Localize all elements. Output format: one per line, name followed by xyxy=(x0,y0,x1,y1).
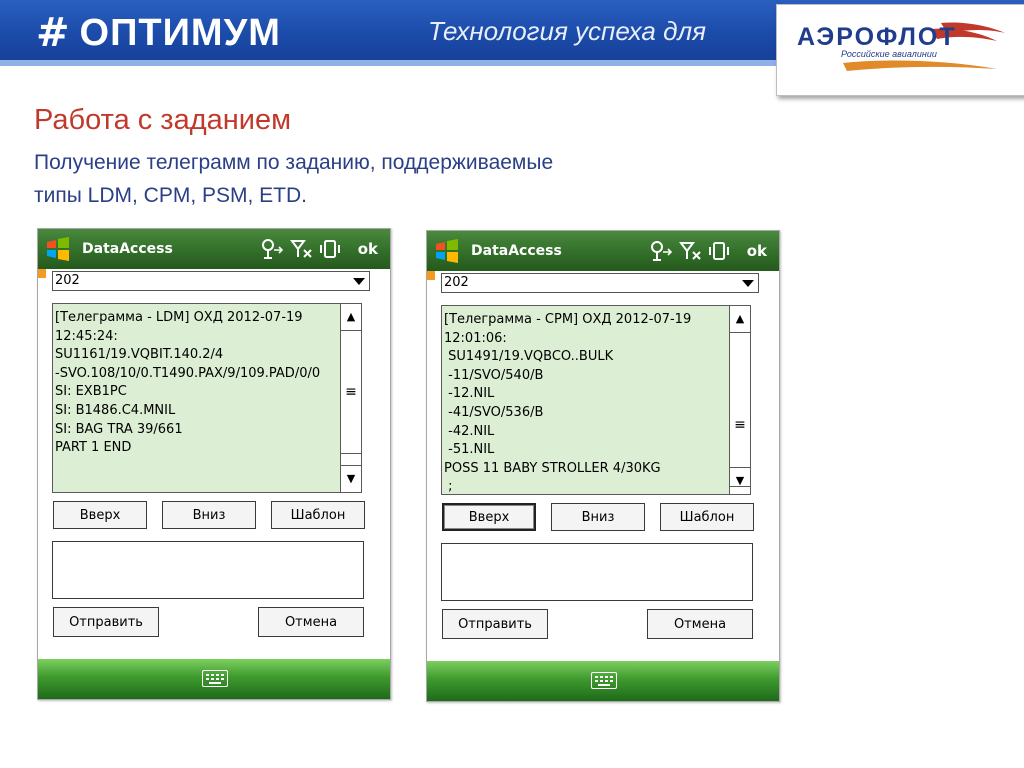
connectivity-icon[interactable] xyxy=(649,240,673,262)
brand-name: ОПТИМУМ xyxy=(79,12,281,54)
cancel-button[interactable]: Отмена xyxy=(258,607,364,637)
app-titlebar: DataAccess ok xyxy=(38,229,390,269)
partner-subtitle: Российские авиалинии xyxy=(841,49,937,59)
telegram-select-value: 202 xyxy=(55,273,80,288)
volume-vibrate-icon[interactable] xyxy=(707,240,731,262)
brand-mark-icon: # xyxy=(36,10,69,56)
telegram-line: SI: B1486.C4.MNIL xyxy=(55,402,176,418)
up-button[interactable]: Вверх xyxy=(442,503,536,531)
connectivity-icon[interactable] xyxy=(260,238,284,260)
telegram-line: [Телеграмма - CPM] ОХД 2012-07-19 xyxy=(444,312,692,327)
scroll-up-arrow-icon[interactable]: ▲ xyxy=(341,304,361,331)
brand-slogan: Технология успеха для xyxy=(428,16,706,46)
telegram-line: -51.NIL xyxy=(444,442,495,458)
telegram-line: [Телеграмма - LDM] ОХД 2012-07-19 xyxy=(55,310,303,325)
send-button[interactable]: Отправить xyxy=(442,609,548,639)
subtitle-line-1: Получение телеграмм по заданию, поддержи… xyxy=(34,151,554,174)
app-titlebar: DataAccess ok xyxy=(427,231,779,271)
telegram-line: SI: EXB1PC xyxy=(55,384,127,400)
scrollbar[interactable]: ▲ ≡ ▼ xyxy=(729,306,750,494)
telegram-line: 12:01:06: xyxy=(444,330,507,346)
telegram-text[interactable]: [Телеграмма - LDM] ОХД 2012-07-19 12:45:… xyxy=(52,303,362,493)
windows-start-icon[interactable] xyxy=(44,235,72,263)
telegram-line: SU1161/19.VQBIT.140.2/4 xyxy=(55,347,224,363)
template-button[interactable]: Шаблон xyxy=(271,501,365,529)
down-button[interactable]: Вниз xyxy=(162,501,256,529)
brand-logo: # ОПТИМУМ xyxy=(36,10,281,56)
telegram-lines: [Телеграмма - CPM] ОХД 2012-07-19 12:01:… xyxy=(444,311,730,497)
orange-marker xyxy=(38,269,46,278)
reply-input[interactable] xyxy=(52,541,364,599)
ok-button[interactable]: ok xyxy=(358,239,378,259)
scroll-up-arrow-icon[interactable]: ▲ xyxy=(730,306,750,333)
signal-off-icon[interactable] xyxy=(679,240,703,262)
scroll-thumb[interactable]: ≡ xyxy=(341,331,361,454)
telegram-line: -12.NIL xyxy=(444,386,495,402)
keyboard-icon[interactable] xyxy=(202,670,228,687)
telegram-lines: [Телеграмма - LDM] ОХД 2012-07-19 12:45:… xyxy=(55,309,341,458)
device-screen-cpm: DataAccess ok 202 [Телеграмма - CPM] ОХД… xyxy=(426,230,780,702)
subtitle-line-2: типы LDM, CPM, PSM, ETD. xyxy=(34,184,307,207)
keyboard-icon[interactable] xyxy=(591,672,617,689)
telegram-line: -42.NIL xyxy=(444,423,495,439)
slide-title: Работа с заданием xyxy=(34,104,292,136)
telegram-line: -11/SVO/540/B xyxy=(444,367,544,383)
app-title: DataAccess xyxy=(471,243,562,259)
telegram-line: -SVO.108/10/0.T1490.PAX/9/109.PAD/0/0 xyxy=(55,365,321,381)
telegram-select-value: 202 xyxy=(444,275,469,290)
telegram-line: 12:45:24: xyxy=(55,328,118,344)
orange-marker xyxy=(427,271,435,280)
reply-input[interactable] xyxy=(441,543,753,601)
chevron-down-icon[interactable] xyxy=(353,278,365,285)
windows-start-icon[interactable] xyxy=(433,237,461,265)
template-button[interactable]: Шаблон xyxy=(660,503,754,531)
scrollbar[interactable]: ▲ ≡ ▼ xyxy=(340,304,361,492)
cancel-button[interactable]: Отмена xyxy=(647,609,753,639)
partner-name: АЭРОФЛОТ xyxy=(797,23,957,51)
device-screen-ldm: DataAccess ok 202 [Телеграмма - LDM] ОХД… xyxy=(37,228,391,700)
slide-subtitle: Получение телеграмм по заданию, поддержи… xyxy=(34,146,734,212)
telegram-line: ; xyxy=(444,479,453,495)
app-title: DataAccess xyxy=(82,241,173,257)
send-button[interactable]: Отправить xyxy=(53,607,159,637)
telegram-line: SU1491/19.VQBCO..BULK xyxy=(444,349,614,365)
telegram-line: SI: BAG TRA 39/661 xyxy=(55,421,183,437)
signal-off-icon[interactable] xyxy=(290,238,314,260)
telegram-select[interactable]: 202 xyxy=(441,273,759,293)
telegram-line: PART 1 END xyxy=(55,440,132,456)
partner-logo: АЭРОФЛОТ Российские авиалинии xyxy=(776,4,1024,96)
bottom-menu-bar xyxy=(38,659,390,699)
down-button[interactable]: Вниз xyxy=(551,503,645,531)
volume-vibrate-icon[interactable] xyxy=(318,238,342,260)
ok-button[interactable]: ok xyxy=(747,241,767,261)
chevron-down-icon[interactable] xyxy=(742,280,754,287)
bottom-menu-bar xyxy=(427,661,779,701)
telegram-line: -41/SVO/536/B xyxy=(444,404,544,420)
telegram-line: POSS 11 BABY STROLLER 4/30KG xyxy=(444,460,661,476)
up-button[interactable]: Вверх xyxy=(53,501,147,529)
telegram-select[interactable]: 202 xyxy=(52,271,370,291)
scroll-down-arrow-icon[interactable]: ▼ xyxy=(341,465,361,492)
scroll-down-arrow-icon[interactable]: ▼ xyxy=(730,467,750,494)
telegram-text[interactable]: [Телеграмма - CPM] ОХД 2012-07-19 12:01:… xyxy=(441,305,751,495)
